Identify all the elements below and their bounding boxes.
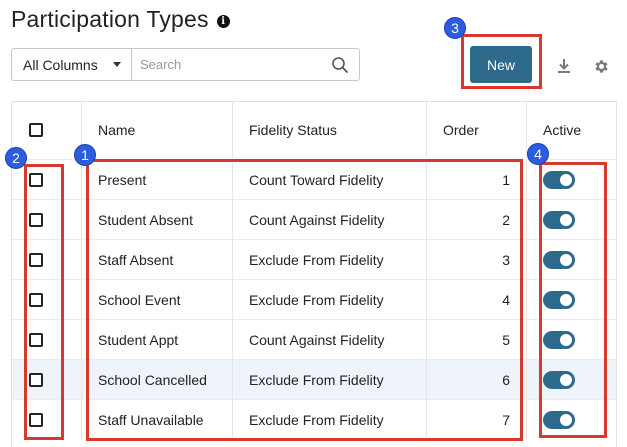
- row-checkbox[interactable]: [29, 292, 43, 307]
- active-toggle[interactable]: [543, 250, 575, 269]
- search-toolbar: All Columns: [11, 48, 360, 81]
- row-checkbox[interactable]: [29, 212, 43, 227]
- header-name[interactable]: Name: [82, 102, 233, 158]
- row-name: Staff Unavailable: [82, 400, 233, 439]
- header-order[interactable]: Order: [427, 102, 527, 158]
- active-toggle[interactable]: [543, 370, 575, 389]
- row-active-cell: [527, 280, 616, 319]
- active-toggle[interactable]: [543, 290, 575, 309]
- page-title: Participation Types i: [11, 6, 230, 33]
- active-toggle[interactable]: [543, 410, 575, 429]
- new-button[interactable]: New: [470, 46, 532, 83]
- row-checkbox[interactable]: [29, 372, 43, 387]
- table-row[interactable]: School Event Exclude From Fidelity 4: [12, 279, 616, 319]
- toggle-knob: [560, 293, 572, 306]
- toggle-knob: [560, 213, 572, 226]
- row-active-cell: [527, 320, 616, 359]
- toggle-knob: [560, 333, 572, 346]
- row-active-cell: [527, 400, 616, 439]
- table-row[interactable]: Staff Absent Exclude From Fidelity 3: [12, 239, 616, 279]
- row-checkbox-cell: [12, 280, 82, 319]
- row-name: School Cancelled: [82, 360, 233, 399]
- table-header-row: Name Fidelity Status Order Active: [12, 102, 616, 158]
- row-name: Student Appt: [82, 320, 233, 359]
- active-toggle[interactable]: [543, 210, 575, 229]
- row-checkbox-cell: [12, 320, 82, 359]
- column-filter-dropdown[interactable]: All Columns: [12, 49, 132, 80]
- toggle-knob: [560, 373, 572, 386]
- toggle-knob: [560, 253, 572, 266]
- column-filter-value: All Columns: [23, 56, 98, 73]
- row-fidelity-status: Count Toward Fidelity: [233, 160, 427, 199]
- annotation-badge-1: 1: [74, 144, 96, 166]
- download-icon[interactable]: [556, 58, 572, 79]
- table-row[interactable]: Staff Unavailable Exclude From Fidelity …: [12, 399, 616, 439]
- row-name: School Event: [82, 280, 233, 319]
- active-toggle[interactable]: [543, 170, 575, 189]
- row-order: 2: [427, 200, 527, 239]
- row-order: 4: [427, 280, 527, 319]
- search-icon[interactable]: [331, 56, 349, 79]
- row-checkbox[interactable]: [29, 252, 43, 267]
- row-checkbox[interactable]: [29, 332, 43, 347]
- row-order: 3: [427, 240, 527, 279]
- row-fidelity-status: Exclude From Fidelity: [233, 360, 427, 399]
- toggle-knob: [560, 413, 572, 426]
- table-row[interactable]: Student Absent Count Against Fidelity 2: [12, 199, 616, 239]
- gear-icon[interactable]: [593, 58, 610, 80]
- row-name: Student Absent: [82, 200, 233, 239]
- row-order: 5: [427, 320, 527, 359]
- table-row[interactable]: School Cancelled Exclude From Fidelity 6: [12, 359, 616, 399]
- search-input[interactable]: [132, 49, 359, 80]
- row-checkbox-cell: [12, 200, 82, 239]
- row-fidelity-status: Count Against Fidelity: [233, 200, 427, 239]
- annotation-badge-4: 4: [527, 143, 549, 165]
- row-active-cell: [527, 240, 616, 279]
- row-checkbox[interactable]: [29, 172, 43, 187]
- row-fidelity-status: Exclude From Fidelity: [233, 400, 427, 439]
- caret-down-icon: [113, 62, 121, 67]
- row-checkbox-cell: [12, 240, 82, 279]
- row-fidelity-status: Count Against Fidelity: [233, 320, 427, 359]
- page-title-text: Participation Types: [11, 6, 209, 32]
- row-active-cell: [527, 160, 616, 199]
- row-name: Staff Absent: [82, 240, 233, 279]
- select-all-checkbox[interactable]: [29, 123, 43, 137]
- row-active-cell: [527, 360, 616, 399]
- active-toggle[interactable]: [543, 330, 575, 349]
- toggle-knob: [560, 173, 572, 186]
- annotation-badge-3: 3: [444, 17, 466, 39]
- row-checkbox-cell: [12, 360, 82, 399]
- row-checkbox-cell: [12, 400, 82, 439]
- row-active-cell: [527, 200, 616, 239]
- row-fidelity-status: Exclude From Fidelity: [233, 280, 427, 319]
- info-icon[interactable]: i: [216, 14, 230, 28]
- table-row[interactable]: Student Appt Count Against Fidelity 5: [12, 319, 616, 359]
- row-checkbox[interactable]: [29, 412, 43, 427]
- row-order: 1: [427, 160, 527, 199]
- row-order: 6: [427, 360, 527, 399]
- search-field: [132, 49, 359, 80]
- row-name: Present: [82, 160, 233, 199]
- header-fidelity-status[interactable]: Fidelity Status: [233, 102, 427, 158]
- row-fidelity-status: Exclude From Fidelity: [233, 240, 427, 279]
- annotation-badge-2: 2: [5, 147, 27, 169]
- table-row[interactable]: Present Count Toward Fidelity 1: [12, 159, 616, 199]
- row-order: 7: [427, 400, 527, 439]
